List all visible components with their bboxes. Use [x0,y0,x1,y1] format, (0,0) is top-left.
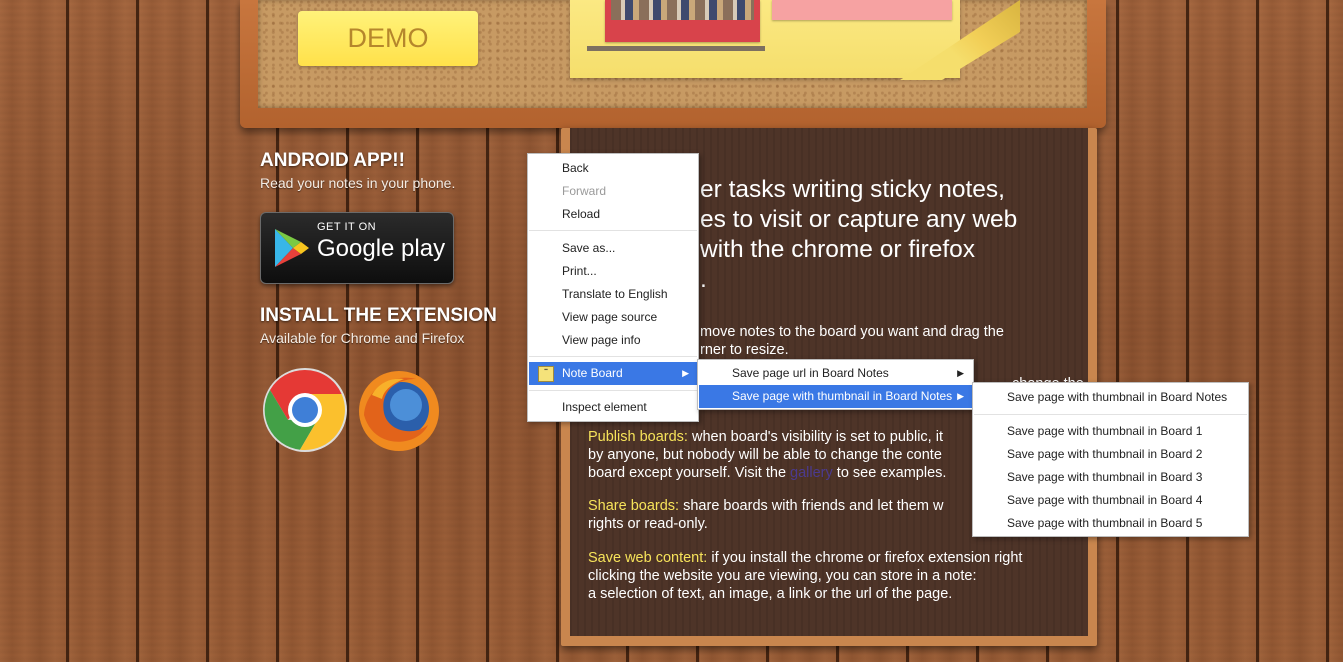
firefox-icon[interactable] [354,365,444,455]
panel-title-line: with the chrome or firefox [700,236,976,263]
google-play-icon [275,229,309,267]
panel-text-line: to see examples. [832,465,947,481]
google-play-get-label: GET IT ON [317,221,377,233]
menu-item-label: Save page with thumbnail in Board Notes [732,389,953,403]
submenu-arrow-icon: ▶ [957,391,964,401]
android-app-text: Read your notes in your phone. [260,175,456,191]
submenu-arrow-icon: ▶ [682,368,689,378]
panel-text-line: when board's visibility is set to public… [687,429,943,445]
menu-item-label: Note Board [562,366,623,380]
install-extension-text: Available for Chrome and Firefox [260,330,465,346]
menu-item-view-source[interactable]: View page source [529,306,697,329]
panel-text-line: move notes to the board you want and dra… [700,324,1004,340]
menu-item-forward: Forward [562,184,607,198]
note-board-icon: ▪▪ [538,366,554,382]
note-board-submenu: Save page url in Board Notes ▶ Save page… [697,359,974,410]
save-web-label: Save web content: [588,550,708,566]
install-extension-heading: INSTALL THE EXTENSION [260,305,497,326]
scroll-bar-preview [587,46,765,51]
context-menu: Back Forward Reload Save as... Print... … [527,153,699,422]
submenu-item-board-5[interactable]: Save page with thumbnail in Board 5 [974,512,1247,535]
board-thumbnail-pink [772,0,952,20]
panel-paragraph-move: move notes to the board you want and dra… [700,323,1004,359]
panel-text-line: rner to resize. [700,342,789,358]
menu-item-label: Save page url in Board Notes [732,366,889,380]
menu-separator [529,356,697,357]
submenu-item-board-1[interactable]: Save page with thumbnail in Board 1 [974,420,1247,443]
submenu-item-save-thumbnail[interactable]: Save page with thumbnail in Board Notes … [699,385,972,408]
panel-title-line: er tasks writing sticky notes, [700,176,1005,203]
panel-title-line: . [700,266,707,293]
submenu-arrow-icon: ▶ [957,368,964,378]
submenu-item-save-url[interactable]: Save page url in Board Notes ▶ [699,362,972,385]
chrome-icon[interactable] [262,367,348,453]
menu-separator [529,390,697,391]
menu-item-page-info[interactable]: View page info [529,329,697,352]
demo-button[interactable]: DEMO [298,11,478,66]
share-label: Share boards: [588,498,680,514]
panel-text-line: share boards with friends and let them w [679,498,944,514]
menu-item-back[interactable]: Back [529,157,697,180]
panel-title-line: es to visit or capture any web [700,206,1018,233]
publish-label: Publish boards: [588,429,688,445]
menu-item-translate[interactable]: Translate to English [529,283,697,306]
menu-item-save-as[interactable]: Save as... [529,237,697,260]
submenu-item-board-4[interactable]: Save page with thumbnail in Board 4 [974,489,1247,512]
menu-separator [974,414,1247,415]
board-select-submenu: Save page with thumbnail in Board Notes … [972,382,1249,537]
panel-paragraph-save: Save web content: if you install the chr… [588,549,1078,603]
android-app-heading: ANDROID APP!! [260,150,405,171]
menu-item-inspect[interactable]: Inspect element [529,396,697,419]
submenu-item-board-2[interactable]: Save page with thumbnail in Board 2 [974,443,1247,466]
menu-item-reload[interactable]: Reload [529,203,697,226]
board-thumbnail-red [605,0,760,42]
gallery-link[interactable]: gallery [790,465,833,481]
panel-text-line: a selection of text, an image, a link or… [588,586,953,602]
photo-strip [611,0,754,20]
panel-text-line: if you install the chrome or firefox ext… [707,550,1023,566]
submenu-item-board-notes[interactable]: Save page with thumbnail in Board Notes [974,386,1247,409]
submenu-item-board-3[interactable]: Save page with thumbnail in Board 3 [974,466,1247,489]
panel-title: er tasks writing sticky notes, es to vis… [700,175,1080,295]
google-play-badge[interactable]: GET IT ON Google play [260,212,454,284]
menu-item-note-board[interactable]: ▪▪ Note Board ▶ [529,362,697,385]
panel-text-line: clicking the website you are viewing, yo… [588,568,977,584]
menu-separator [529,230,697,231]
google-play-name: Google play [317,235,446,262]
menu-item-print[interactable]: Print... [529,260,697,283]
panel-text-line: board except yourself. Visit the [588,465,791,481]
